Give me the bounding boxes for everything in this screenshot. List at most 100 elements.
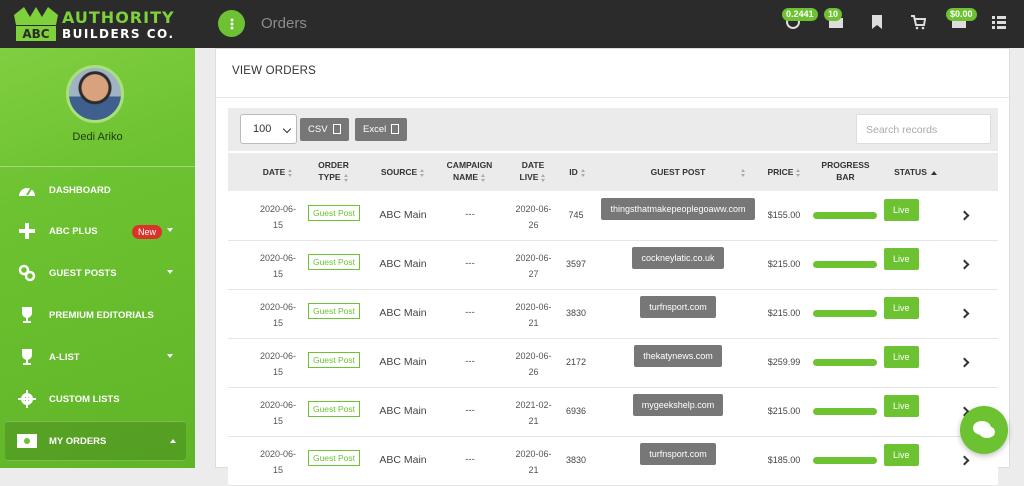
guest-post-domain[interactable]: turfnsport.com: [640, 296, 716, 318]
campaign-name: ---: [465, 209, 475, 220]
sidebar-item-label: PREMIUM EDITORIALS: [49, 309, 154, 321]
progress-bar-track: [813, 261, 877, 268]
cart-icon[interactable]: [910, 14, 926, 30]
progress-bar: [813, 212, 877, 219]
guest-post-domain[interactable]: cockneylatic.co.uk: [632, 247, 724, 269]
chevron-right-icon[interactable]: [959, 210, 970, 221]
progress-bar: [813, 261, 877, 268]
logo[interactable]: ABC AUTHORITY BUILDERS CO.: [0, 0, 195, 48]
guest-post-domain[interactable]: turfnsport.com: [640, 443, 716, 465]
date-live: 2020-06- 27: [515, 253, 552, 279]
chat-button[interactable]: [960, 406, 1008, 454]
order-id: 2172: [565, 357, 587, 367]
brand-line1: AUTHORITY: [62, 8, 175, 27]
chevron-down-icon: [282, 124, 292, 134]
table-row[interactable]: 2020-06- 15 Guest Post ABC Main --- 2020-06- 2…: [228, 241, 998, 290]
campaign-name: ---: [465, 258, 475, 269]
sidebar-item-label: MY ORDERS: [49, 435, 107, 447]
guest-post-cell: turfnsport.com: [588, 443, 768, 465]
bookmark-icon[interactable]: [869, 14, 885, 30]
table-row[interactable]: 2020-06- 15 Guest Post ABC Main --- 2020-06- 2…: [228, 437, 998, 486]
order-type: Guest Post: [304, 303, 364, 319]
col-progress-bar[interactable]: PROGRESS BAR: [818, 159, 873, 183]
col-date[interactable]: DATE: [253, 166, 303, 178]
page-size-select[interactable]: 100: [240, 114, 297, 144]
orders-panel: VIEW ORDERS 100 CSV Excel Search records…: [215, 48, 1011, 486]
excel-button[interactable]: Excel: [355, 118, 408, 141]
sidebar-divider: [0, 166, 195, 167]
progress-bar: [813, 408, 877, 415]
crown-logo-icon: ABC: [14, 7, 58, 41]
date-live: 2020-06- 26: [515, 351, 552, 377]
col-campaign-name[interactable]: CAMPAIGN NAME: [442, 159, 497, 183]
order-type-tag: Guest Post: [307, 205, 361, 221]
sort-icon: [288, 168, 293, 177]
order-source: ABC Main: [379, 356, 427, 368]
table-row[interactable]: 2020-06- 15 Guest Post ABC Main --- 2020-06- 2…: [228, 290, 998, 339]
sidebar-item-my-orders[interactable]: MY ORDERS: [5, 421, 186, 461]
order-date: 2020-06- 15: [259, 302, 297, 328]
sidebar-item-dashboard[interactable]: DASHBOARD: [0, 170, 195, 210]
order-type-tag: Guest Post: [307, 254, 361, 270]
table-row[interactable]: 2020-06- 15 Guest Post ABC Main --- 2021-02- 2…: [228, 388, 998, 437]
col-id[interactable]: ID: [565, 166, 590, 178]
sort-asc-icon: [930, 170, 937, 175]
guest-post-domain[interactable]: thingsthatmakepeoplegoaww.com: [601, 198, 755, 220]
col-price[interactable]: PRICE: [762, 166, 807, 178]
chevron-right-icon[interactable]: [959, 357, 970, 368]
divider: [216, 97, 1011, 98]
sidebar-item-a-list[interactable]: A-LIST: [0, 337, 195, 377]
col-guest-post[interactable]: GUEST POST: [633, 166, 723, 178]
sidebar-item-premium-editorials[interactable]: PREMIUM EDITORIALS: [0, 295, 195, 335]
status-badge[interactable]: Live: [884, 346, 919, 368]
status-badge[interactable]: Live: [884, 248, 919, 270]
sidebar-item-custom-lists[interactable]: CUSTOM LISTS: [0, 379, 195, 419]
order-price: $215.00: [767, 259, 801, 269]
guest-post-domain[interactable]: thekatynews.com: [634, 345, 722, 367]
table-row[interactable]: 2020-06- 15 Guest Post ABC Main --- 2020-06- 2…: [228, 339, 998, 388]
order-price: $185.00: [767, 455, 801, 465]
order-type: Guest Post: [304, 352, 364, 368]
guest-post-cell: turfnsport.com: [588, 296, 768, 318]
status-cell: Live: [884, 444, 919, 466]
page-title: Orders: [261, 15, 307, 32]
col-source[interactable]: SOURCE: [378, 166, 428, 178]
sidebar-item-guest-posts[interactable]: GUEST POSTS: [0, 253, 195, 293]
order-type-tag: Guest Post: [307, 303, 361, 319]
table-row[interactable]: 2020-06- 15 Guest Post ABC Main --- 2020-06- 2…: [228, 192, 998, 241]
status-badge[interactable]: Live: [884, 444, 919, 466]
chevron-up-icon: [170, 439, 176, 443]
sidebar-item-label: A-LIST: [49, 351, 80, 363]
status-badge[interactable]: Live: [884, 395, 919, 417]
money-icon: [17, 431, 37, 451]
sidebar-item-label: CUSTOM LISTS: [49, 393, 120, 405]
order-date: 2020-06- 15: [259, 400, 297, 426]
panel-title: VIEW ORDERS: [232, 65, 316, 77]
order-price: $215.00: [767, 308, 801, 318]
csv-button[interactable]: CSV: [300, 118, 349, 141]
col-date-live[interactable]: DATE LIVE: [513, 159, 553, 183]
plus-icon: [17, 221, 37, 241]
order-date: 2020-06- 15: [259, 253, 297, 279]
order-id: 3830: [565, 308, 587, 318]
progress-bar-track: [813, 310, 877, 317]
chevron-right-icon[interactable]: [959, 455, 970, 466]
search-input[interactable]: Search records: [856, 114, 991, 144]
sidebar-item-abc-plus[interactable]: ABC PLUS New: [0, 211, 195, 251]
progress-bar-track: [813, 457, 877, 464]
wallet-badge: $0.00: [946, 8, 977, 21]
guest-post-domain[interactable]: mygeekshelp.com: [632, 394, 724, 416]
avatar[interactable]: [66, 65, 124, 123]
order-source: ABC Main: [379, 307, 427, 319]
excel-button-label: Excel: [363, 124, 387, 135]
order-type-tag: Guest Post: [307, 450, 361, 466]
col-order-type[interactable]: ORDER TYPE: [306, 159, 361, 183]
guest-post-cell: thingsthatmakepeoplegoaww.com: [588, 198, 768, 220]
chevron-right-icon[interactable]: [959, 308, 970, 319]
list-icon[interactable]: [991, 14, 1007, 30]
status-badge[interactable]: Live: [884, 199, 919, 221]
col-status[interactable]: STATUS: [888, 166, 943, 178]
menu-button[interactable]: [218, 10, 245, 37]
chevron-right-icon[interactable]: [959, 259, 970, 270]
status-badge[interactable]: Live: [884, 297, 919, 319]
